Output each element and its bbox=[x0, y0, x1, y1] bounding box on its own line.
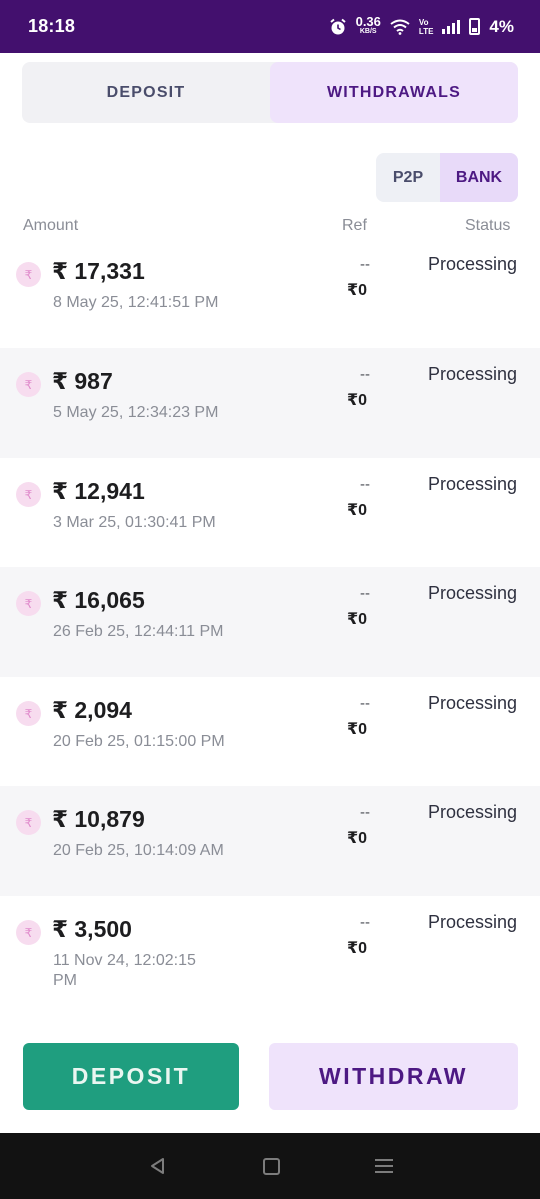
transaction-date: 20 Feb 25, 01:15:00 PM bbox=[53, 733, 225, 750]
transaction-ref: -- bbox=[360, 914, 370, 931]
rupee-coin-icon: ₹ bbox=[16, 920, 41, 945]
transaction-row[interactable]: ₹ ₹ 17,331 8 May 25, 12:41:51 PM -- ₹0 P… bbox=[0, 238, 540, 348]
recents-icon[interactable] bbox=[374, 1159, 393, 1173]
speed-unit: KB/S bbox=[359, 27, 377, 35]
status-icons: 0.36 KB/S Vo LTE 4% bbox=[329, 13, 514, 37]
transaction-ref-value: ₹0 bbox=[347, 502, 368, 519]
transaction-date: 8 May 25, 12:41:51 PM bbox=[53, 294, 219, 311]
rupee-coin-icon: ₹ bbox=[16, 482, 41, 507]
transaction-status: Processing bbox=[428, 254, 518, 274]
speed-value: 0.36 bbox=[355, 13, 381, 29]
transaction-date: 3 Mar 25, 01:30:41 PM bbox=[53, 514, 216, 531]
segment-p2p[interactable]: P2P bbox=[376, 153, 440, 202]
column-header-ref: Ref bbox=[342, 217, 367, 234]
transaction-amount: ₹ 2,094 bbox=[52, 697, 132, 723]
transaction-row[interactable]: ₹ ₹ 987 5 May 25, 12:34:23 PM -- ₹0 Proc… bbox=[0, 348, 540, 458]
method-segment: P2P BANK bbox=[376, 153, 518, 202]
transaction-ref-value: ₹0 bbox=[347, 282, 368, 299]
volte-indicator: Vo LTE bbox=[419, 18, 434, 36]
rupee-coin-icon: ₹ bbox=[16, 701, 41, 726]
transaction-ref: -- bbox=[360, 256, 370, 273]
deposit-button[interactable]: DEPOSIT bbox=[23, 1043, 239, 1110]
battery-percent: 4% bbox=[489, 16, 514, 36]
transaction-status: Processing bbox=[428, 583, 518, 603]
segment-bank[interactable]: BANK bbox=[440, 153, 518, 202]
transaction-ref-value: ₹0 bbox=[347, 392, 368, 409]
transaction-amount: ₹ 17,331 bbox=[52, 258, 145, 284]
transaction-row[interactable]: ₹ ₹ 16,065 26 Feb 25, 12:44:11 PM -- ₹0 … bbox=[0, 567, 540, 677]
transaction-row[interactable]: ₹ ₹ 2,094 20 Feb 25, 01:15:00 PM -- ₹0 P… bbox=[0, 677, 540, 787]
transaction-row[interactable]: ₹ ₹ 12,941 3 Mar 25, 01:30:41 PM -- ₹0 P… bbox=[0, 458, 540, 568]
rupee-coin-icon: ₹ bbox=[16, 810, 41, 835]
transaction-status: Processing bbox=[428, 474, 518, 494]
transaction-amount: ₹ 10,879 bbox=[52, 806, 145, 832]
back-icon[interactable] bbox=[148, 1156, 168, 1176]
transaction-amount: ₹ 12,941 bbox=[52, 478, 145, 504]
transaction-date: 5 May 25, 12:34:23 PM bbox=[53, 404, 219, 421]
column-header-amount: Amount bbox=[23, 217, 79, 234]
transaction-date: 26 Feb 25, 12:44:11 PM bbox=[53, 623, 224, 640]
transaction-ref: -- bbox=[360, 695, 370, 712]
rupee-coin-icon: ₹ bbox=[16, 591, 41, 616]
transaction-amount: ₹ 3,500 bbox=[52, 916, 132, 942]
volte-top: Vo bbox=[418, 17, 429, 27]
system-nav-bar bbox=[0, 1133, 540, 1199]
transaction-status: Processing bbox=[428, 802, 518, 822]
transaction-status: Processing bbox=[428, 364, 518, 384]
history-tabs: DEPOSIT WITHDRAWALS bbox=[22, 62, 518, 123]
transaction-ref: -- bbox=[360, 585, 370, 602]
transaction-ref-value: ₹0 bbox=[347, 721, 368, 738]
transaction-ref: -- bbox=[360, 804, 370, 821]
rupee-coin-icon: ₹ bbox=[16, 372, 41, 397]
transaction-amount: ₹ 16,065 bbox=[52, 587, 145, 613]
column-header-status: Status bbox=[465, 217, 511, 234]
transaction-amount: ₹ 987 bbox=[52, 368, 113, 394]
tab-withdrawals[interactable]: WITHDRAWALS bbox=[270, 62, 518, 123]
rupee-coin-icon: ₹ bbox=[16, 262, 41, 287]
network-speed: 0.36 KB/S bbox=[355, 13, 381, 37]
status-bar: 18:18 0.36 KB/S Vo LTE 4% bbox=[0, 0, 540, 53]
transaction-ref: -- bbox=[360, 366, 370, 383]
home-icon[interactable] bbox=[262, 1157, 280, 1175]
transaction-ref: -- bbox=[360, 476, 370, 493]
alarm-icon bbox=[329, 18, 346, 34]
transaction-date: 11 Nov 24, 12:02:15 PM bbox=[53, 952, 196, 989]
withdraw-button[interactable]: WITHDRAW bbox=[269, 1043, 518, 1110]
wifi-icon bbox=[390, 19, 410, 35]
transaction-row[interactable]: ₹ ₹ 3,500 11 Nov 24, 12:02:15 PM -- ₹0 P… bbox=[0, 896, 540, 1016]
status-time: 18:18 bbox=[28, 16, 76, 36]
transaction-ref-value: ₹0 bbox=[347, 611, 368, 628]
volte-bottom: LTE bbox=[418, 26, 434, 36]
transaction-ref-value: ₹0 bbox=[347, 940, 368, 957]
transaction-ref-value: ₹0 bbox=[347, 830, 368, 847]
tab-deposit[interactable]: DEPOSIT bbox=[22, 62, 270, 123]
transaction-date: 20 Feb 25, 10:14:09 AM bbox=[53, 842, 224, 859]
transaction-status: Processing bbox=[428, 693, 518, 713]
transaction-row[interactable]: ₹ ₹ 10,879 20 Feb 25, 10:14:09 AM -- ₹0 … bbox=[0, 786, 540, 896]
battery-icon bbox=[469, 18, 481, 35]
signal-icon bbox=[442, 19, 461, 34]
transaction-status: Processing bbox=[428, 912, 518, 932]
